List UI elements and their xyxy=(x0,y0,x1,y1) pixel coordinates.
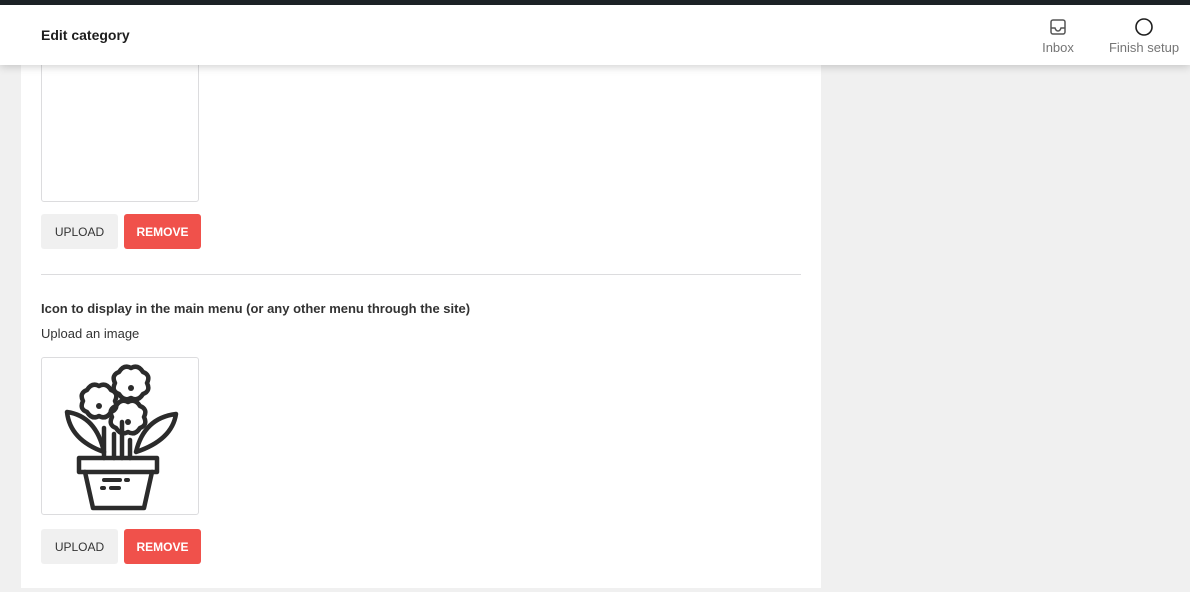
image-preview-top xyxy=(41,43,199,202)
section-divider xyxy=(41,274,801,275)
remove-button-menu-icon[interactable]: REMOVE xyxy=(124,529,201,564)
menu-icon-field-help: Upload an image xyxy=(41,326,140,341)
circle-progress-icon xyxy=(1104,17,1184,37)
remove-button-top[interactable]: REMOVE xyxy=(124,214,201,249)
page-header: Edit category Inbox Finish setup xyxy=(0,5,1190,65)
finish-setup-button[interactable]: Finish setup xyxy=(1104,17,1184,55)
menu-icon-field-label: Icon to display in the main menu (or any… xyxy=(41,301,471,316)
flower-pot-icon xyxy=(60,360,180,517)
upload-button-top[interactable]: UPLOAD xyxy=(41,214,118,249)
inbox-button[interactable]: Inbox xyxy=(1036,17,1080,55)
category-form-panel: UPLOAD REMOVE Icon to display in the mai… xyxy=(21,43,821,588)
page-title: Edit category xyxy=(41,27,130,43)
left-gutter xyxy=(0,65,21,592)
menu-icon-preview[interactable] xyxy=(41,357,199,515)
upload-button-menu-icon[interactable]: UPLOAD xyxy=(41,529,118,564)
inbox-label: Inbox xyxy=(1042,40,1074,55)
finish-setup-label: Finish setup xyxy=(1108,40,1180,55)
inbox-icon xyxy=(1036,17,1080,37)
